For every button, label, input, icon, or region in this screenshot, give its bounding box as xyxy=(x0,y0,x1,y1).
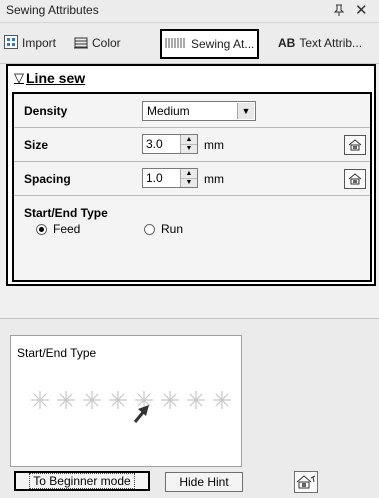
collapse-triangle-icon[interactable]: ▽ xyxy=(14,70,24,86)
home-wrench-icon xyxy=(296,475,316,489)
spacing-spin-buttons: ▲ ▼ xyxy=(180,169,197,187)
radio-feed[interactable]: Feed xyxy=(36,222,80,236)
tab-text-label: Text Attrib... xyxy=(299,36,363,50)
section-title: Line sew xyxy=(26,70,86,86)
start-end-type-label: Start/End Type xyxy=(24,206,108,220)
tab-sewing-label: Sewing At... xyxy=(191,37,255,51)
spacing-spinner[interactable]: 1.0 ▲ ▼ xyxy=(142,168,198,188)
home-icon xyxy=(348,139,362,151)
color-icon xyxy=(74,35,88,52)
home-icon xyxy=(348,173,362,185)
tab-color[interactable]: Color xyxy=(74,31,121,55)
size-value: 3.0 xyxy=(146,137,163,151)
hint-box: Start/End Type xyxy=(10,335,242,467)
spin-down-icon[interactable]: ▼ xyxy=(181,144,197,153)
attributes-box: Density Medium ▼ Size 3.0 ▲ ▼ mm Spacing xyxy=(12,92,372,282)
density-value: Medium xyxy=(147,104,190,118)
hide-hint-label: Hide Hint xyxy=(179,475,229,489)
window-title: Sewing Attributes xyxy=(6,3,99,17)
home-settings-button[interactable] xyxy=(294,471,318,493)
spacing-unit: mm xyxy=(204,172,224,186)
chevron-down-icon[interactable]: ▼ xyxy=(237,103,254,119)
hide-hint-button[interactable]: Hide Hint xyxy=(165,472,243,492)
size-spinner[interactable]: 3.0 ▲ ▼ xyxy=(142,134,198,154)
to-beginner-mode-button[interactable]: To Beginner mode xyxy=(14,471,150,491)
radio-feed-label: Feed xyxy=(53,222,81,236)
section-header[interactable]: ▽ Line sew xyxy=(14,70,85,86)
size-default-button[interactable] xyxy=(344,135,366,155)
size-spin-buttons: ▲ ▼ xyxy=(180,135,197,153)
tab-import[interactable]: Import xyxy=(4,31,56,55)
title-bar: Sewing Attributes ✕ xyxy=(0,0,379,23)
tab-text-attributes[interactable]: AB Text Attrib... xyxy=(278,31,362,55)
import-icon xyxy=(4,34,18,52)
sewing-icon xyxy=(165,36,187,53)
size-unit: mm xyxy=(204,138,224,152)
radio-feed-indicator[interactable] xyxy=(36,223,47,235)
spacing-value: 1.0 xyxy=(146,171,163,185)
tab-bar: Import Color Sewing At... AB Text Attrib… xyxy=(0,23,379,64)
radio-run-label: Run xyxy=(161,222,184,236)
spacing-row: Spacing 1.0 ▲ ▼ mm xyxy=(14,162,370,196)
close-icon[interactable]: ✕ xyxy=(355,1,368,19)
density-row: Density Medium ▼ xyxy=(14,94,370,128)
density-label: Density xyxy=(24,104,68,118)
density-select[interactable]: Medium ▼ xyxy=(142,101,256,121)
hint-area: Start/End Type To Beginner mode Hide Hin… xyxy=(0,318,379,498)
spacing-label: Spacing xyxy=(24,172,71,186)
radio-run[interactable]: Run xyxy=(144,222,183,236)
start-end-stitch-illustration xyxy=(31,391,231,423)
start-end-type-row: Start/End Type Feed Run xyxy=(14,196,370,276)
tab-color-label: Color xyxy=(92,36,121,50)
line-sew-panel: ▽ Line sew Density Medium ▼ Size 3.0 ▲ ▼… xyxy=(6,64,376,286)
tab-import-label: Import xyxy=(22,36,57,50)
pin-icon[interactable] xyxy=(333,4,345,19)
radio-run-indicator[interactable] xyxy=(144,223,155,235)
spacing-default-button[interactable] xyxy=(344,169,366,189)
size-row: Size 3.0 ▲ ▼ mm xyxy=(14,128,370,162)
text-ab-icon: AB xyxy=(278,36,296,50)
arrow-icon xyxy=(133,405,149,423)
size-label: Size xyxy=(24,138,49,152)
tab-sewing-attributes[interactable]: Sewing At... xyxy=(160,29,260,59)
spin-down-icon[interactable]: ▼ xyxy=(181,178,197,187)
to-beginner-mode-label: To Beginner mode xyxy=(29,473,135,489)
hint-title: Start/End Type xyxy=(17,346,97,360)
